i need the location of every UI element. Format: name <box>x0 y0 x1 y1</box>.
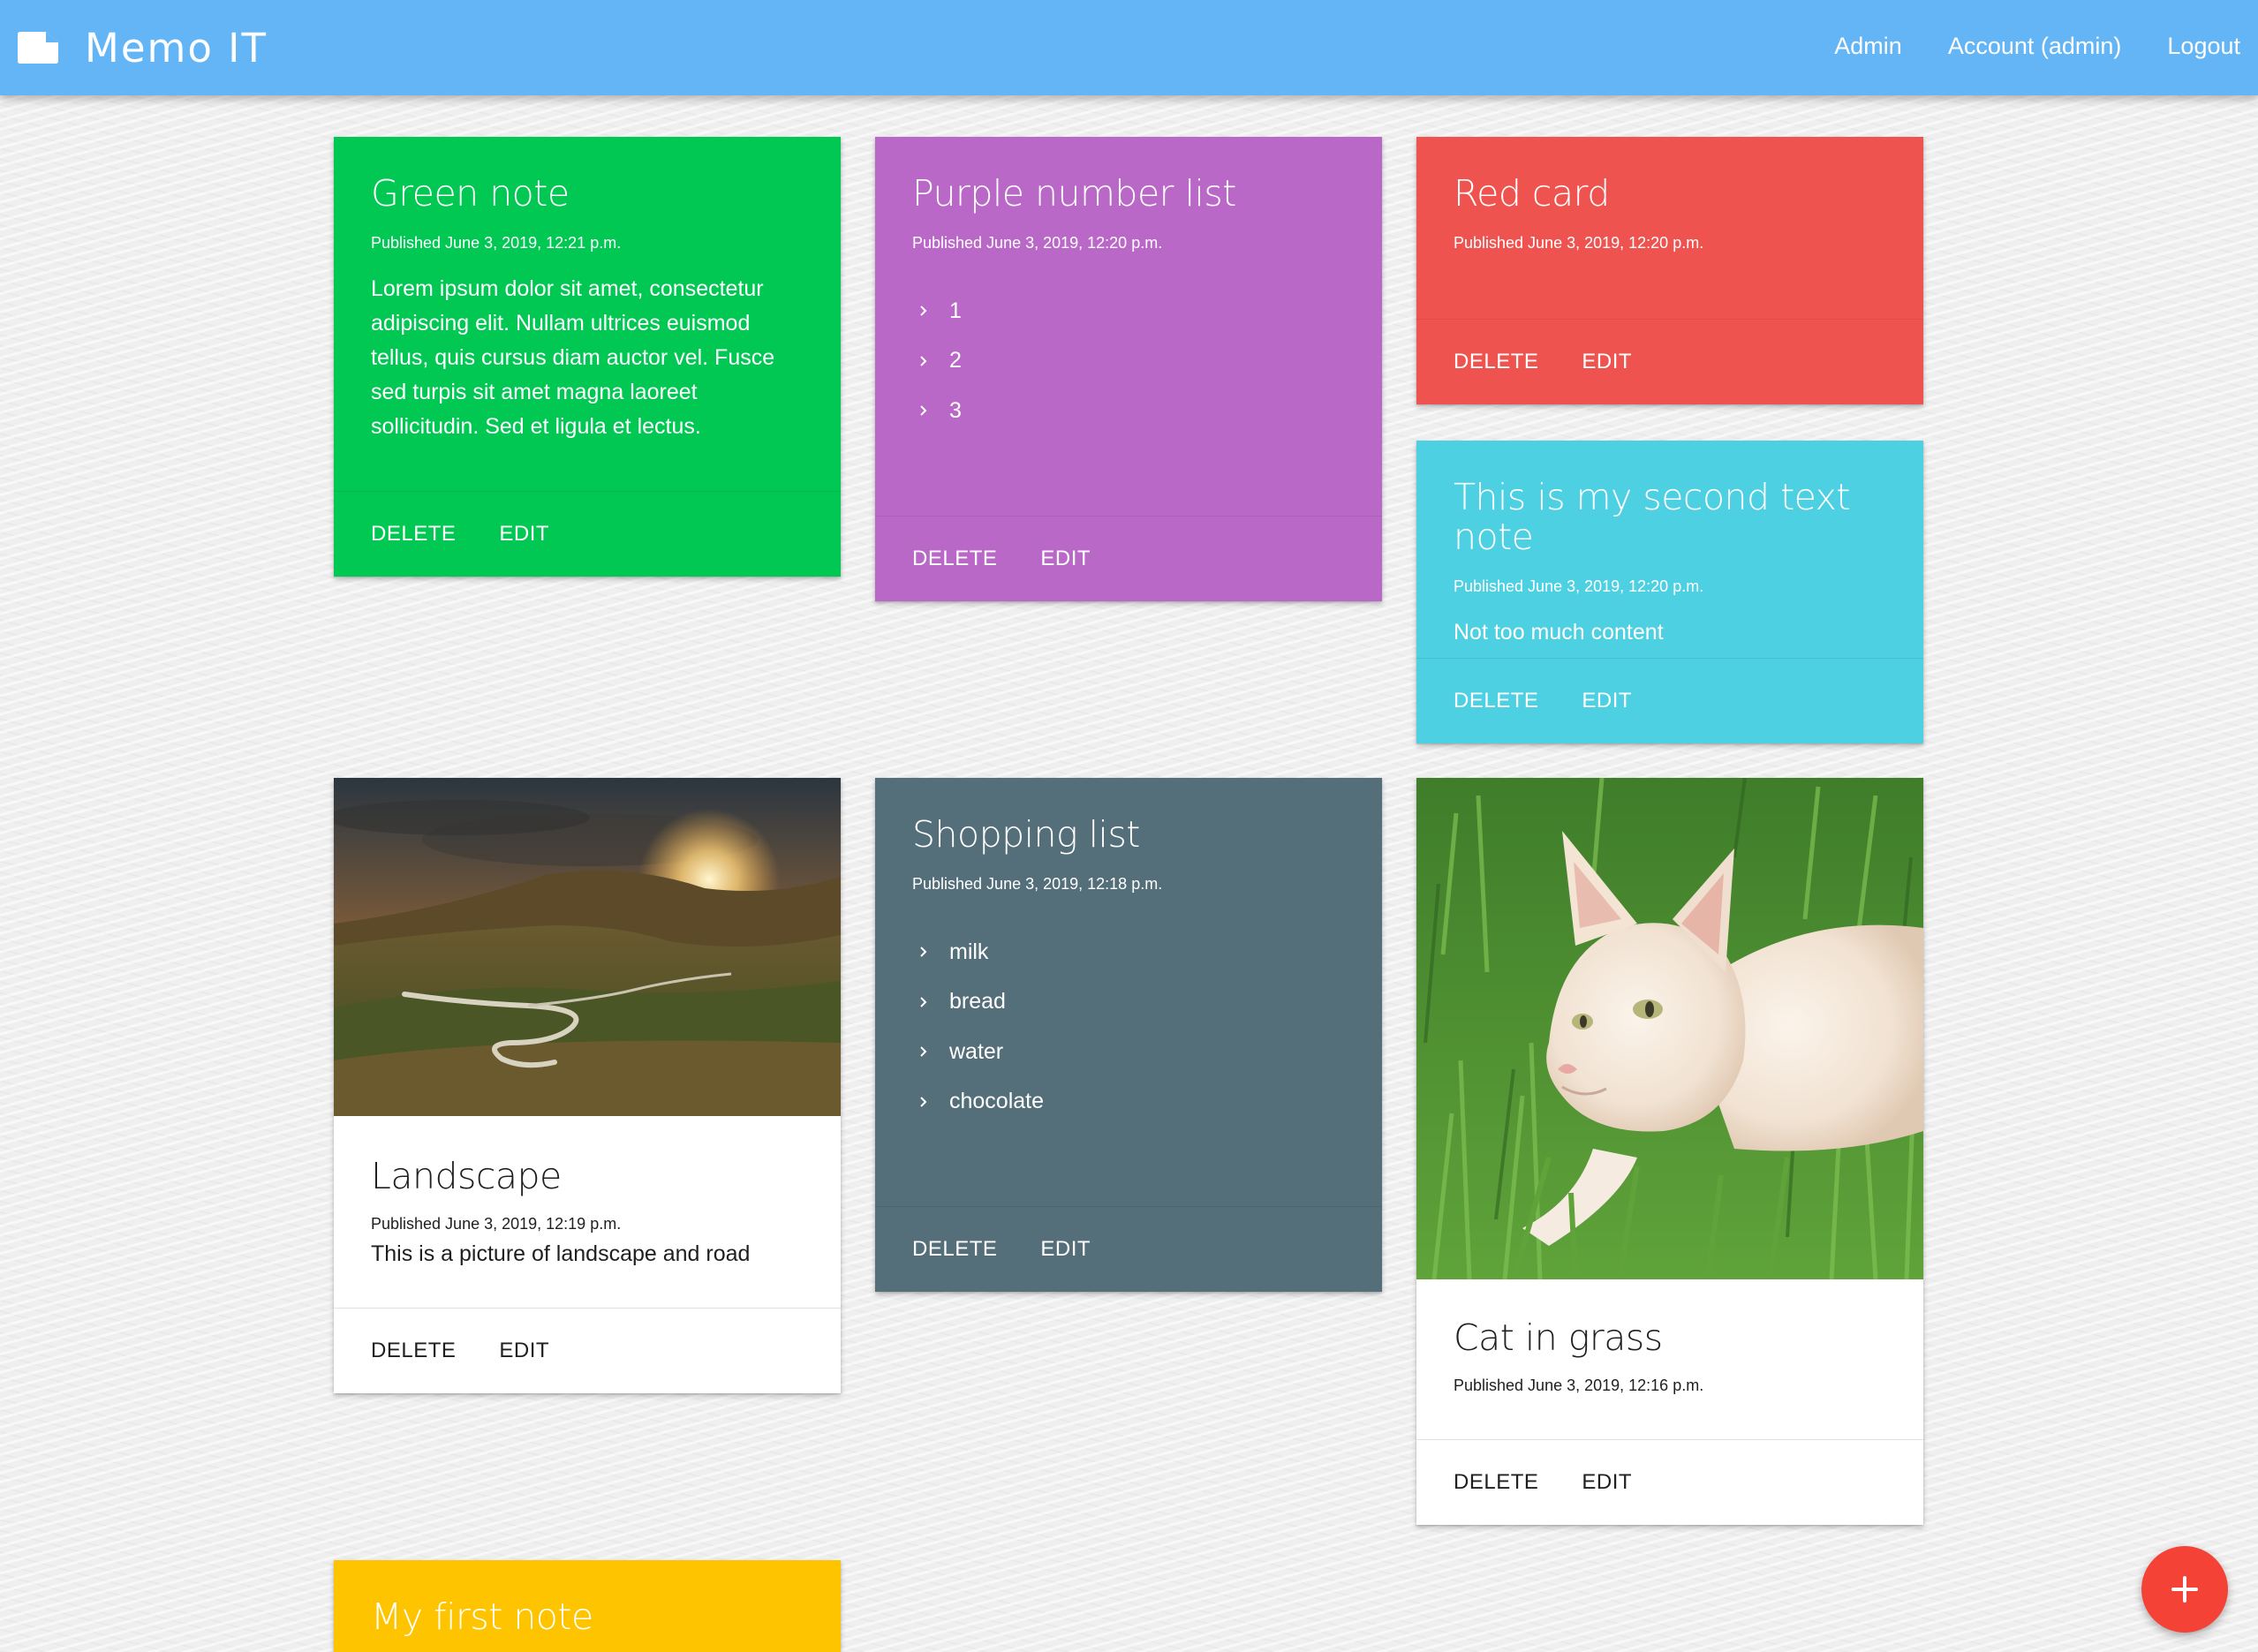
card-actions: DELETE EDIT <box>334 491 841 577</box>
card-title: Shopping list <box>912 813 1140 856</box>
list-item: 3 <box>912 386 1345 436</box>
list-item: milk <box>912 927 1345 977</box>
card-date: Published June 3, 2019, 12:20 p.m. <box>1454 577 1704 596</box>
card-title: Red card <box>1454 172 1610 215</box>
delete-button[interactable]: DELETE <box>1454 689 1538 713</box>
card-actions: DELETE EDIT <box>1416 319 1923 404</box>
list-item-label: water <box>949 1038 1004 1064</box>
note-card-cyan: This is my second text note Published Ju… <box>1416 441 1923 743</box>
navbar: Memo IT Admin Account (admin) Logout <box>0 0 2258 95</box>
list-item-label: 3 <box>949 397 962 423</box>
card-actions: DELETE EDIT <box>1416 1439 1923 1525</box>
card-text: Not too much content <box>1454 620 1664 645</box>
add-note-button[interactable] <box>2141 1546 2228 1633</box>
note-card-red: Red card Published June 3, 2019, 12:20 p… <box>1416 137 1923 404</box>
nav-link-admin[interactable]: Admin <box>1834 26 1902 65</box>
delete-button[interactable]: DELETE <box>1454 1470 1538 1495</box>
plus-icon <box>2171 1576 2198 1603</box>
card-title: Landscape <box>371 1155 562 1197</box>
list-item-label: 2 <box>949 348 962 373</box>
list-item-label: bread <box>949 989 1006 1015</box>
cat-image <box>1416 778 1923 1279</box>
chevron-right-icon <box>920 997 927 1007</box>
card-list: 1 2 3 <box>912 286 1345 436</box>
card-title: Purple number list <box>912 172 1236 215</box>
delete-button[interactable]: DELETE <box>1454 350 1538 374</box>
card-title: Cat in grass <box>1454 1316 1663 1359</box>
list-item: water <box>912 1027 1345 1077</box>
card-title: My first note <box>371 1595 593 1638</box>
brand-logo[interactable]: Memo IT <box>18 18 268 78</box>
edit-button[interactable]: EDIT <box>499 1339 549 1363</box>
delete-button[interactable]: DELETE <box>912 1237 997 1262</box>
edit-button[interactable]: EDIT <box>1582 1470 1632 1495</box>
card-actions: DELETE EDIT <box>334 1308 841 1393</box>
card-actions: DELETE EDIT <box>875 1206 1382 1292</box>
brand-title: Memo IT <box>85 24 268 72</box>
card-title: Green note <box>371 172 570 215</box>
card-list: milk bread water chocolate <box>912 927 1345 1127</box>
edit-button[interactable]: EDIT <box>1040 547 1091 571</box>
note-card-green: Green note Published June 3, 2019, 12:21… <box>334 137 841 577</box>
card-date: Published June 3, 2019, 12:18 p.m. <box>912 875 1163 894</box>
card-date: Published June 3, 2019, 12:19 p.m. <box>371 1215 622 1233</box>
card-title: This is my second text note <box>1454 476 1851 559</box>
list-item: 2 <box>912 336 1345 387</box>
card-text: Lorem ipsum dolor sit amet, consectetur … <box>371 276 775 440</box>
chevron-right-icon <box>920 405 927 417</box>
list-item: 1 <box>912 286 1345 336</box>
card-actions: DELETE EDIT <box>1416 658 1923 743</box>
note-card-shopping: Shopping list Published June 3, 2019, 12… <box>875 778 1382 1292</box>
delete-button[interactable]: DELETE <box>912 547 997 571</box>
nav-link-account[interactable]: Account (admin) <box>1948 26 2122 65</box>
note-card-cat: Cat in grass Published June 3, 2019, 12:… <box>1416 778 1923 1525</box>
note-icon <box>18 32 58 64</box>
card-date: Published June 3, 2019, 12:21 p.m. <box>371 234 622 253</box>
card-actions: DELETE EDIT <box>875 516 1382 601</box>
nav-link-logout[interactable]: Logout <box>2167 26 2240 65</box>
note-card-landscape: Landscape Published June 3, 2019, 12:19 … <box>334 778 841 1393</box>
card-date: Published June 3, 2019, 12:16 p.m. <box>1454 1377 1704 1395</box>
list-item: bread <box>912 977 1345 1028</box>
card-date: Published June 3, 2019, 12:20 p.m. <box>912 234 1163 253</box>
landscape-image <box>334 778 841 1116</box>
list-item-label: milk <box>949 939 989 964</box>
edit-button[interactable]: EDIT <box>1582 350 1632 374</box>
nav-links: Admin Account (admin) Logout <box>1788 26 2240 65</box>
list-item-label: 1 <box>949 298 962 323</box>
delete-button[interactable]: DELETE <box>371 1339 456 1363</box>
chevron-right-icon <box>920 1097 927 1107</box>
list-item: chocolate <box>912 1077 1345 1128</box>
card-date: Published June 3, 2019, 12:20 p.m. <box>1454 234 1704 253</box>
chevron-right-icon <box>920 356 927 366</box>
list-item-label: chocolate <box>949 1089 1045 1114</box>
chevron-right-icon <box>920 1046 927 1058</box>
chevron-right-icon <box>920 306 927 317</box>
note-card-amber: My first note <box>334 1560 841 1652</box>
edit-button[interactable]: EDIT <box>1582 689 1632 713</box>
edit-button[interactable]: EDIT <box>499 522 549 547</box>
chevron-right-icon <box>920 947 927 958</box>
edit-button[interactable]: EDIT <box>1040 1237 1091 1262</box>
delete-button[interactable]: DELETE <box>371 522 456 547</box>
card-text: This is a picture of landscape and road <box>371 1241 751 1267</box>
note-card-purple: Purple number list Published June 3, 201… <box>875 137 1382 601</box>
